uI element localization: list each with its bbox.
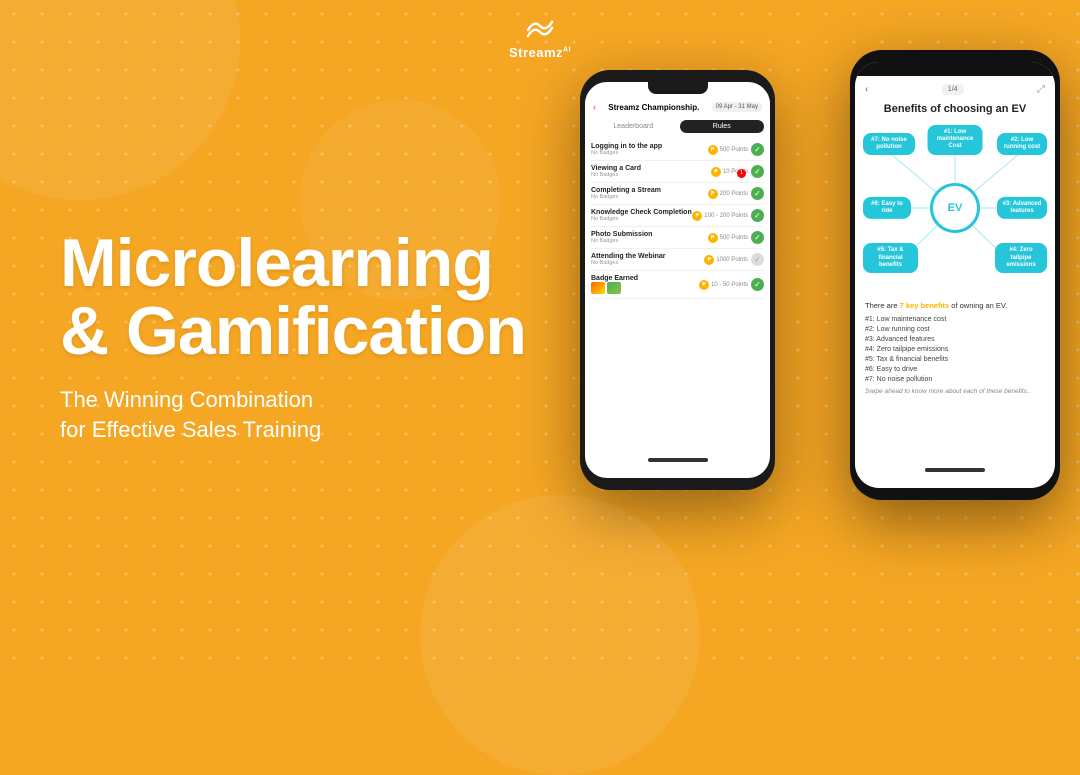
check-icon-6: ✓: [751, 253, 764, 266]
streamz-logo-icon: [524, 18, 556, 42]
swipe-note: Swipe ahead to know more about each of t…: [865, 388, 1045, 395]
subtitle: The Winning Combination for Effective Sa…: [60, 385, 526, 447]
ev-diagram: EV #1: LowmaintenanceCost #2: Lowrunning…: [863, 123, 1047, 293]
check-icon-5: ✓: [751, 231, 764, 244]
benefit-6: #6: Easy to drive: [865, 364, 1045, 374]
phone2-home-bar: [925, 468, 985, 472]
phone2-share-icon[interactable]: ⤢: [1037, 84, 1045, 95]
hero-content: Microlearning & Gamification The Winning…: [60, 229, 526, 447]
phones-area: ‹ Streamz Championship. 09 Apr - 31 May …: [520, 0, 1080, 675]
rule-item-stream: Completing a Stream No Badges ₱ 200 Poin…: [591, 183, 764, 205]
benefit-5: #5: Tax & financial benefits: [865, 354, 1045, 364]
phone2-benefits-list: There are 7 key benefits of owning an EV…: [855, 297, 1055, 399]
tab-leaderboard[interactable]: Leaderboard: [591, 120, 676, 133]
main-title: Microlearning & Gamification: [60, 229, 526, 365]
phone1-date-badge: 09 Apr - 31 May: [712, 102, 762, 112]
phone-2-screen: ‹ 1/4 ⤢ Benefits of choosing an EV EV #1…: [855, 62, 1055, 488]
logo-area: StreamzAI: [509, 18, 571, 60]
phone-1-notch: [648, 82, 708, 94]
badge-icon-2: [607, 282, 621, 294]
phone2-card-title: Benefits of choosing an EV: [855, 99, 1055, 119]
phone1-back-arrow[interactable]: ‹: [593, 102, 596, 112]
deco-circle-topleft: [0, 0, 240, 200]
benefit-1: #1: Low maintenance cost: [865, 314, 1045, 324]
tab-rules[interactable]: Rules: [680, 120, 765, 133]
phone1-rules-list: Logging in to the app No Badges ₱ 500 Po…: [585, 137, 770, 301]
badge-icon-1: [591, 282, 605, 294]
check-icon-1: ✓: [751, 143, 764, 156]
check-icon-4: ✓: [751, 209, 764, 222]
notification-badge: 1: [737, 169, 746, 178]
benefit-3: #3: Advanced features: [865, 334, 1045, 344]
phone-1: ‹ Streamz Championship. 09 Apr - 31 May …: [580, 70, 775, 490]
benefit-7: #7: No noise pollution: [865, 374, 1045, 384]
brand-name: StreamzAI: [509, 45, 571, 60]
check-icon-7: ✓: [751, 278, 764, 291]
rule-item-knowledge: Knowledge Check Completion No Badges ₱ 1…: [591, 205, 764, 227]
phone2-progress: 1/4: [942, 84, 964, 95]
benefit-2: #2: Low running cost: [865, 324, 1045, 334]
ev-center-label: EV: [930, 183, 980, 233]
phone2-back-arrow[interactable]: ‹: [865, 84, 868, 95]
rule-item-webinar: Attending the Webinar No Badges ₱ 1000 P…: [591, 249, 764, 271]
rule-item-badge: Badge Earned ₱ 10 - 50 Points ✓: [591, 271, 764, 299]
check-icon-2: ✓: [751, 165, 764, 178]
rule-item-login: Logging in to the app No Badges ₱ 500 Po…: [591, 139, 764, 161]
phone2-header: ‹ 1/4 ⤢: [855, 76, 1055, 99]
phone1-home-bar: [648, 458, 708, 462]
rule-item-photo: Photo Submission No Badges ₱ 500 Points …: [591, 227, 764, 249]
phone1-header: ‹ Streamz Championship. 09 Apr - 31 May: [585, 94, 770, 116]
benefit-4: #4: Zero tailpipe emissions: [865, 344, 1045, 354]
phone-1-screen: ‹ Streamz Championship. 09 Apr - 31 May …: [585, 82, 770, 478]
phone1-tabs: Leaderboard Rules: [591, 120, 764, 133]
phone2-benefits-intro: There are 7 key benefits of owning an EV…: [865, 301, 1045, 310]
rule-item-card: Viewing a Card No Badges ₱ 10 Points 1 ✓: [591, 161, 764, 183]
phone1-title: Streamz Championship.: [608, 103, 699, 112]
check-icon-3: ✓: [751, 187, 764, 200]
phone-2: ‹ 1/4 ⤢ Benefits of choosing an EV EV #1…: [850, 50, 1060, 500]
